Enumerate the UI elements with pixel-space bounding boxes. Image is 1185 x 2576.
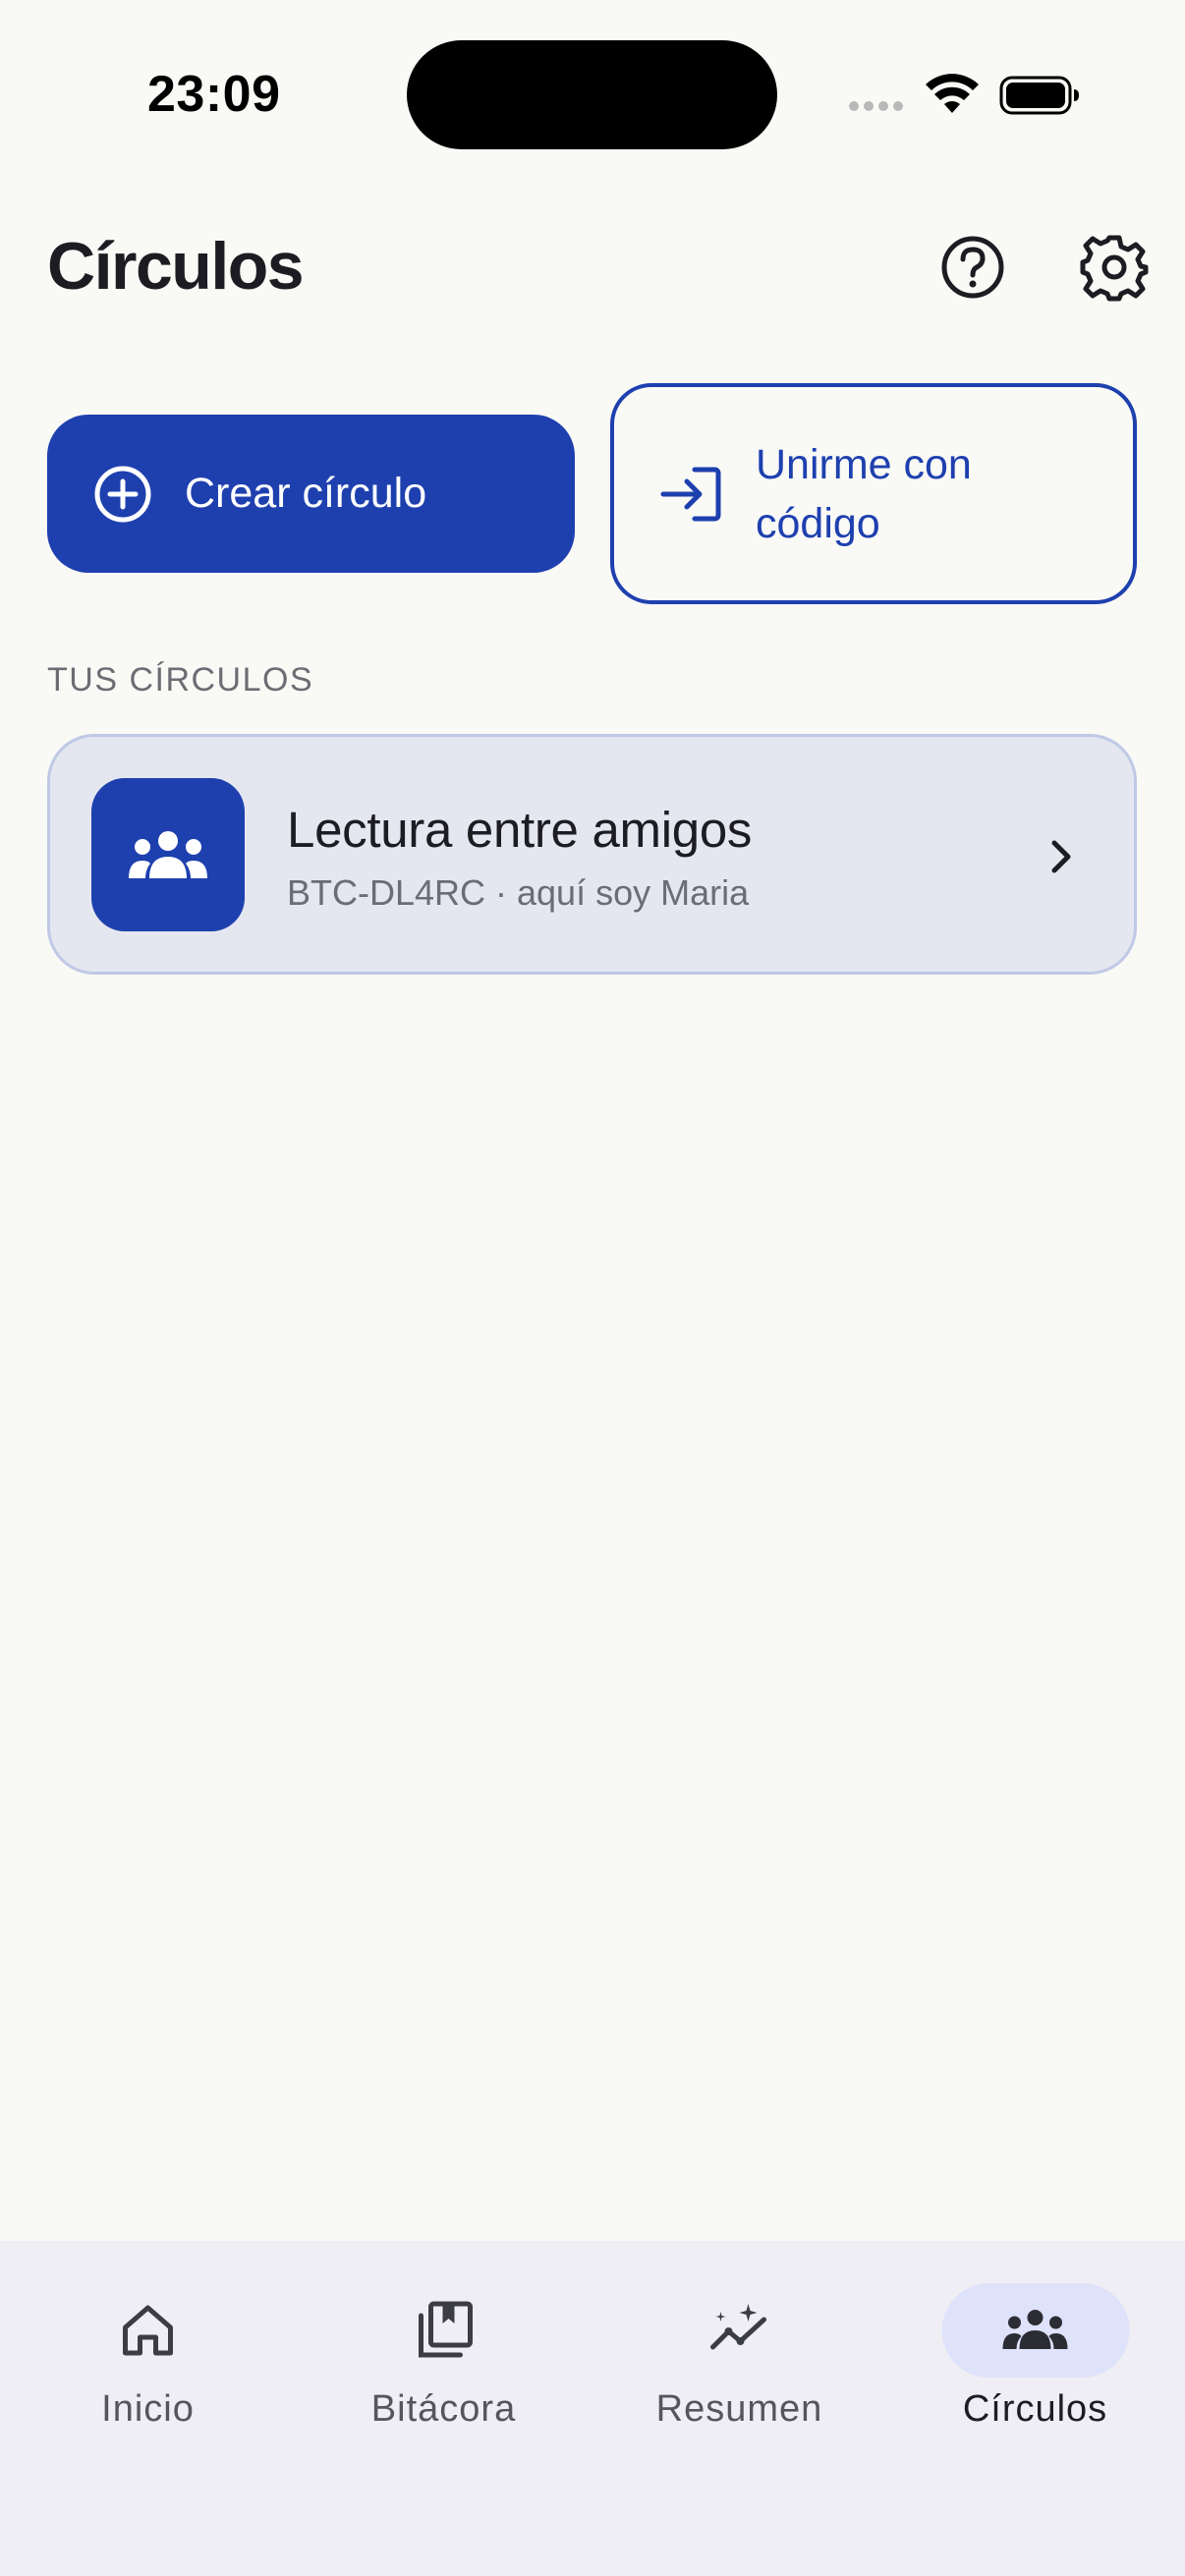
login-arrow-icon — [660, 467, 721, 521]
nav-active-indicator — [941, 2283, 1129, 2378]
nav-label-resumen: Resumen — [655, 2388, 823, 2430]
battery-icon — [999, 76, 1079, 115]
join-with-code-label: Unirme con código — [756, 440, 972, 547]
join-with-code-button[interactable]: Unirme con código — [610, 383, 1137, 604]
chevron-right-icon — [1051, 840, 1071, 873]
cellular-signal-icon — [849, 101, 903, 111]
bookmark-stack-icon — [419, 2301, 473, 2358]
circle-name: Lectura entre amigos — [287, 802, 753, 858]
settings-button[interactable] — [1080, 233, 1149, 302]
create-circle-label: Crear círculo — [185, 470, 427, 517]
create-circle-button[interactable]: Crear círculo — [47, 415, 575, 573]
help-button[interactable] — [938, 233, 1007, 302]
nav-item-circulos[interactable]: Círculos — [887, 2241, 1183, 2437]
page-title: Círculos — [47, 229, 305, 304]
bottom-navigation: Inicio Bitácora Resumen Círculos — [0, 2241, 1185, 2576]
nav-label-inicio: Inicio — [101, 2388, 195, 2430]
plus-circle-icon — [94, 466, 151, 522]
nav-label-circulos: Círculos — [962, 2388, 1108, 2430]
circle-card[interactable]: Lectura entre amigos BTC-DL4RC · aquí so… — [47, 734, 1137, 975]
nav-label-bitacora: Bitácora — [370, 2388, 517, 2430]
group-icon — [1002, 2310, 1068, 2349]
section-label: TUS CÍRCULOS — [47, 661, 314, 699]
status-time: 23:09 — [147, 66, 281, 123]
nav-item-inicio[interactable]: Inicio — [0, 2241, 296, 2437]
nav-item-resumen[interactable]: Resumen — [592, 2241, 887, 2437]
group-icon — [129, 831, 207, 878]
home-icon — [123, 2305, 173, 2356]
sparkle-chart-icon — [710, 2304, 766, 2350]
dynamic-island — [407, 40, 777, 149]
wifi-icon — [926, 74, 979, 113]
help-circle-icon — [941, 236, 1004, 299]
circle-avatar — [91, 778, 245, 931]
gear-icon — [1080, 235, 1149, 302]
circle-meta: BTC-DL4RC · aquí soy Maria — [287, 872, 750, 913]
nav-item-bitacora[interactable]: Bitácora — [296, 2241, 592, 2437]
circles-screen: 23:09 Círculos Crear círculo Unirme con … — [0, 0, 1185, 2576]
